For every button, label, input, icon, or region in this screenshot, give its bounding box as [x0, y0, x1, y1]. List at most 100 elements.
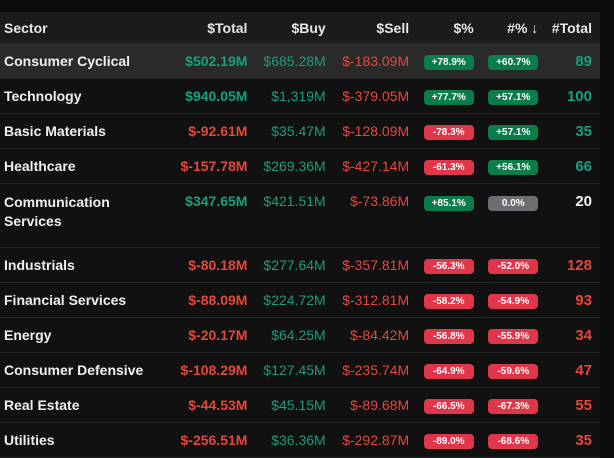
sector-name: Financial Services — [0, 282, 172, 318]
pct-count-cell: -54.9% — [481, 282, 547, 318]
buy-value: $277.64M — [255, 247, 334, 283]
count-value: 93 — [546, 282, 600, 318]
sell-value: $-73.86M — [333, 183, 418, 248]
total-value: $-88.09M — [172, 282, 256, 318]
count-value: 89 — [546, 43, 600, 79]
pct-count-cell: -67.3% — [481, 387, 547, 423]
table-row[interactable]: Financial Services $-88.09M $224.72M $-312.… — [0, 282, 600, 318]
count-value: 66 — [546, 148, 600, 184]
table-row[interactable]: Consumer Defensive $-108.29M $127.45M $-235… — [0, 352, 600, 388]
table-row[interactable]: Technology $940.05M $1,319M $-379.05M +77.7%… — [0, 78, 600, 114]
pct-count-badge: +57.1% — [488, 125, 539, 140]
table-header: Sector $Total $Buy $Sell $% #% ↓ #Total — [0, 12, 600, 44]
pct-count-cell: +60.7% — [481, 43, 547, 79]
sell-value: $-292.87M — [333, 422, 418, 458]
header-pct-dollar[interactable]: $% — [417, 12, 482, 44]
buy-value: $35.47M — [255, 113, 334, 149]
sector-name: Technology — [0, 78, 172, 114]
pct-count-badge: -59.6% — [488, 364, 539, 379]
count-value: 55 — [546, 387, 600, 423]
table-row[interactable]: Healthcare $-157.78M $269.36M $-427.14M -61.… — [0, 148, 600, 184]
sector-name: Real Estate — [0, 387, 172, 423]
sector-name: Consumer Defensive — [0, 352, 172, 388]
total-value: $347.65M — [172, 183, 256, 248]
header-total[interactable]: $Total — [172, 12, 256, 44]
total-value: $-256.51M — [172, 422, 256, 458]
pct-dollar-cell: +78.9% — [417, 43, 482, 79]
count-value: 35 — [546, 422, 600, 458]
pct-dollar-cell: -66.5% — [417, 387, 482, 423]
pct-count-cell: -55.9% — [481, 317, 547, 353]
pct-count-cell: +57.1% — [481, 113, 547, 149]
pct-dollar-cell: -78.3% — [417, 113, 482, 149]
pct-dollar-cell: -61.3% — [417, 148, 482, 184]
pct-count-badge: +60.7% — [488, 55, 539, 70]
pct-dollar-cell: -56.3% — [417, 247, 482, 283]
buy-value: $1,319M — [255, 78, 334, 114]
total-value: $-108.29M — [172, 352, 256, 388]
pct-count-badge: -54.9% — [488, 294, 539, 309]
pct-dollar-badge: -56.3% — [423, 259, 474, 274]
header-buy[interactable]: $Buy — [255, 12, 334, 44]
sell-value: $-357.81M — [333, 247, 418, 283]
pct-dollar-badge: -58.2% — [423, 294, 474, 309]
pct-dollar-badge: +77.7% — [423, 90, 474, 105]
total-value: $-44.53M — [172, 387, 256, 423]
buy-value: $36.36M — [255, 422, 334, 458]
sell-value: $-235.74M — [333, 352, 418, 388]
header-sell[interactable]: $Sell — [333, 12, 418, 44]
pct-count-badge: +56.1% — [488, 160, 539, 175]
table-row[interactable]: Basic Materials $-92.61M $35.47M $-128.09M -… — [0, 113, 600, 149]
pct-dollar-cell: -56.8% — [417, 317, 482, 353]
pct-count-badge: -52.0% — [488, 259, 539, 274]
header-pct-count-sorted[interactable]: #% ↓ — [481, 12, 547, 44]
total-value: $-157.78M — [172, 148, 256, 184]
pct-dollar-badge: -89.0% — [423, 434, 474, 449]
count-value: 128 — [546, 247, 600, 283]
buy-value: $685.28M — [255, 43, 334, 79]
count-value: 47 — [546, 352, 600, 388]
table-row[interactable]: Industrials $-80.18M $277.64M $-357.81M -56.… — [0, 247, 600, 283]
pct-dollar-badge: -66.5% — [423, 399, 474, 414]
sector-flow-table: Sector $Total $Buy $Sell $% #% ↓ #Total … — [0, 12, 600, 458]
count-value: 20 — [546, 183, 600, 248]
pct-dollar-cell: +77.7% — [417, 78, 482, 114]
sector-name: Healthcare — [0, 148, 172, 184]
pct-dollar-badge: -56.8% — [423, 329, 474, 344]
pct-count-badge: -68.6% — [488, 434, 539, 449]
pct-count-cell: -52.0% — [481, 247, 547, 283]
pct-dollar-cell: -58.2% — [417, 282, 482, 318]
buy-value: $224.72M — [255, 282, 334, 318]
sell-value: $-89.68M — [333, 387, 418, 423]
pct-count-badge: 0.0% — [488, 196, 539, 211]
table-row[interactable]: Real Estate $-44.53M $45.15M $-89.68M -66.5%… — [0, 387, 600, 423]
sell-value: $-183.09M — [333, 43, 418, 79]
pct-dollar-cell: +85.1% — [417, 183, 482, 248]
total-value: $-20.17M — [172, 317, 256, 353]
total-value: $502.19M — [172, 43, 256, 79]
sector-name: Industrials — [0, 247, 172, 283]
pct-dollar-cell: -89.0% — [417, 422, 482, 458]
header-count[interactable]: #Total — [546, 12, 600, 44]
buy-value: $45.15M — [255, 387, 334, 423]
table-row[interactable]: Energy $-20.17M $64.25M $-84.42M -56.8% -55.9… — [0, 317, 600, 353]
count-value: 34 — [546, 317, 600, 353]
pct-dollar-cell: -64.9% — [417, 352, 482, 388]
total-value: $-80.18M — [172, 247, 256, 283]
pct-count-badge: -55.9% — [488, 329, 539, 344]
table-row[interactable]: Communication Services $347.65M $421.51M $-… — [0, 183, 600, 248]
count-value: 100 — [546, 78, 600, 114]
pct-count-cell: 0.0% — [481, 183, 547, 248]
header-sector[interactable]: Sector — [0, 12, 172, 44]
pct-count-cell: -68.6% — [481, 422, 547, 458]
sector-name: Utilities — [0, 422, 172, 458]
table-row[interactable]: Consumer Cyclical $502.19M $685.28M $-183.0… — [0, 43, 600, 79]
buy-value: $421.51M — [255, 183, 334, 248]
sell-value: $-312.81M — [333, 282, 418, 318]
buy-value: $269.36M — [255, 148, 334, 184]
buy-value: $127.45M — [255, 352, 334, 388]
pct-count-cell: -59.6% — [481, 352, 547, 388]
count-value: 35 — [546, 113, 600, 149]
table-row[interactable]: Utilities $-256.51M $36.36M $-292.87M -89.0%… — [0, 422, 600, 458]
pct-count-cell: +56.1% — [481, 148, 547, 184]
